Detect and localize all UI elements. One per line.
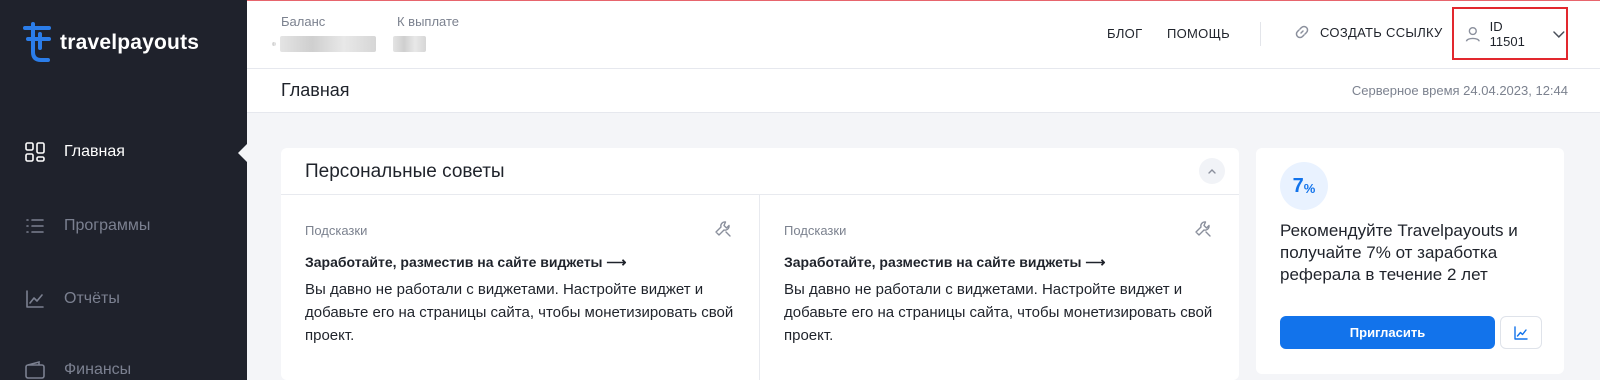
wallet-icon (24, 359, 46, 380)
create-link-label: СОЗДАТЬ ССЫЛКУ (1320, 24, 1443, 40)
tip-item: Подсказки Заработайте, разместив на сайт… (281, 195, 760, 380)
server-time: Серверное время 24.04.2023, 12:44 (1351, 83, 1568, 98)
account-id: ID 11501 (1489, 18, 1525, 49)
tips-title: Персональные советы (305, 161, 505, 182)
badge-percent: % (1303, 180, 1316, 196)
tip-headline-link[interactable]: Заработайте, разместив на сайте виджеты … (784, 254, 1105, 271)
percent-badge: 7% (1280, 162, 1328, 210)
sidebar-item-programs[interactable]: Программы (0, 202, 247, 250)
personal-tips-card: Персональные советы Подсказки Заработайт… (281, 148, 1239, 380)
blurred-dot (272, 42, 276, 46)
tip-headline-link[interactable]: Заработайте, разместив на сайте виджеты … (305, 254, 626, 271)
sidebar-item-label: Главная (64, 143, 125, 160)
balance-label: Баланс (281, 14, 326, 29)
tip-category: Подсказки (784, 223, 847, 238)
tip-body: Вы давно не работали с виджетами. Настро… (305, 281, 734, 344)
chart-icon (24, 288, 46, 310)
blog-link[interactable]: БЛОГ (1107, 26, 1142, 41)
account-menu[interactable]: ID 11501 (1452, 7, 1568, 60)
payout-value-blurred (393, 36, 426, 52)
top-border-line (247, 0, 1600, 1)
tip-category: Подсказки (305, 223, 368, 238)
referral-stats-button[interactable] (1500, 316, 1542, 349)
invite-button[interactable]: Пригласить (1280, 316, 1495, 349)
promo-text: Рекомендуйте Travelpayouts и получайте 7… (1280, 221, 1518, 284)
logo[interactable]: travelpayouts (22, 22, 199, 64)
sidebar-item-finance[interactable]: Финансы (0, 346, 247, 380)
collapse-button[interactable] (1199, 158, 1225, 184)
page-title: Главная (281, 80, 350, 100)
sidebar-item-label: Программы (64, 217, 151, 234)
balance-value-blurred (280, 36, 376, 52)
user-icon (1465, 26, 1480, 42)
tip-body: Вы давно не работали с виджетами. Настро… (784, 281, 1213, 344)
active-indicator (238, 144, 247, 162)
sidebar: travelpayouts Главная Программы Отчёты Ф… (0, 0, 247, 380)
wrench-icon[interactable] (1193, 219, 1213, 239)
list-icon (24, 215, 46, 237)
logo-text: travelpayouts (60, 31, 200, 54)
referral-promo-card: 7% Рекомендуйте Travelpayouts и получайт… (1256, 148, 1564, 374)
wrench-icon[interactable] (713, 219, 733, 239)
travelpayouts-logo-icon (23, 22, 51, 62)
chevron-down-icon (1553, 30, 1565, 38)
sidebar-item-home[interactable]: Главная (0, 128, 247, 176)
header-divider (1260, 22, 1261, 46)
help-link[interactable]: ПОМОЩЬ (1167, 26, 1230, 41)
badge-number: 7 (1292, 174, 1304, 197)
payout-label: К выплате (397, 14, 460, 29)
page-header: Главная Серверное время 24.04.2023, 12:4… (247, 69, 1600, 113)
chevron-up-icon (1208, 169, 1216, 174)
create-link-button[interactable]: СОЗДАТЬ ССЫЛКУ (1294, 24, 1443, 40)
sidebar-item-label: Отчёты (64, 290, 120, 307)
sidebar-item-label: Финансы (64, 361, 132, 378)
dashboard-icon (24, 141, 46, 163)
link-icon (1295, 25, 1309, 39)
tip-item: Подсказки Заработайте, разместив на сайт… (760, 195, 1239, 380)
sidebar-item-reports[interactable]: Отчёты (0, 275, 247, 323)
chart-icon (1514, 325, 1528, 340)
